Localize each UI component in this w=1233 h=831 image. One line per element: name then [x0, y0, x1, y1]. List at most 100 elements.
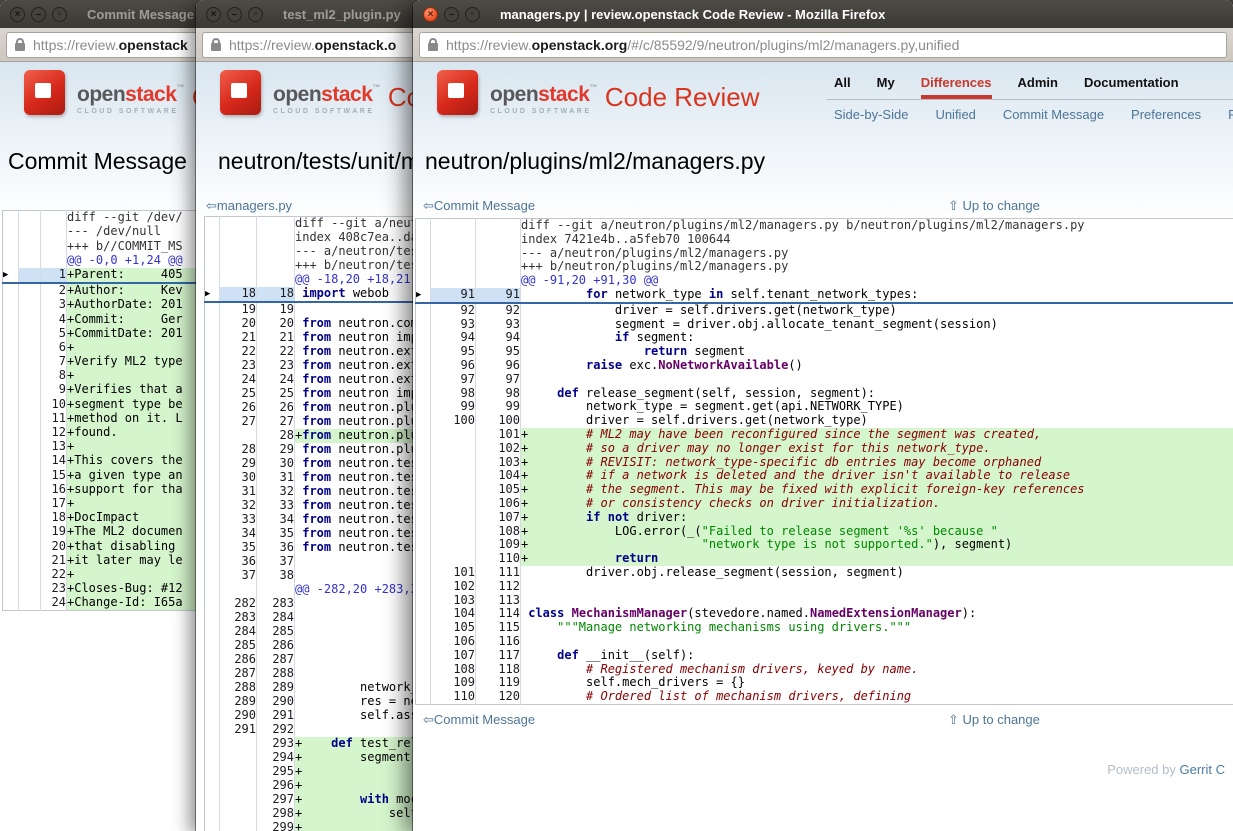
new-line-number[interactable]: 102 — [476, 442, 521, 456]
old-line-number[interactable]: 28 — [220, 443, 257, 457]
new-line-number[interactable]: 26 — [257, 401, 295, 415]
maximize-icon[interactable]: ▫ — [52, 7, 67, 22]
new-line-number[interactable]: 29 — [257, 443, 295, 457]
old-line-number[interactable] — [431, 428, 476, 442]
new-line-number[interactable]: 109 — [476, 538, 521, 552]
old-line-number[interactable] — [220, 751, 257, 765]
old-line-number[interactable]: 97 — [431, 373, 476, 387]
old-line-number[interactable]: 30 — [220, 471, 257, 485]
old-line-number[interactable] — [220, 807, 257, 821]
old-line-number[interactable] — [19, 355, 41, 369]
old-line-number[interactable]: 18 — [220, 287, 257, 302]
old-line-number[interactable] — [19, 568, 41, 582]
old-line-number[interactable] — [19, 554, 41, 568]
tab-differences[interactable]: Differences — [921, 75, 992, 99]
old-line-number[interactable] — [19, 511, 41, 525]
old-line-number[interactable] — [19, 483, 41, 497]
old-line-number[interactable]: 99 — [431, 400, 476, 414]
old-line-number[interactable]: 291 — [220, 723, 257, 737]
new-line-number[interactable] — [476, 233, 521, 247]
old-line-number[interactable] — [19, 497, 41, 511]
tab-my[interactable]: My — [877, 75, 895, 99]
old-line-number[interactable] — [431, 497, 476, 511]
old-line-number[interactable] — [220, 737, 257, 751]
old-line-number[interactable]: 103 — [431, 594, 476, 608]
old-line-number[interactable] — [220, 259, 257, 273]
old-line-number[interactable]: 32 — [220, 499, 257, 513]
new-line-number[interactable]: 288 — [257, 667, 295, 681]
new-line-number[interactable]: 293 — [257, 737, 295, 751]
new-line-number[interactable]: 93 — [476, 318, 521, 332]
old-line-number[interactable]: 31 — [220, 485, 257, 499]
new-line-number[interactable]: 12 — [41, 426, 67, 440]
old-line-number[interactable]: 92 — [431, 303, 476, 318]
old-line-number[interactable] — [19, 327, 41, 341]
new-line-number[interactable] — [41, 225, 67, 239]
new-line-number[interactable]: 18 — [41, 511, 67, 525]
new-line-number[interactable]: 37 — [257, 555, 295, 569]
new-line-number[interactable]: 23 — [257, 359, 295, 373]
back-link[interactable]: Commit Message — [434, 198, 535, 213]
new-line-number[interactable]: 114 — [476, 607, 521, 621]
new-line-number[interactable] — [257, 583, 295, 597]
old-line-number[interactable]: 91 — [431, 288, 476, 303]
new-line-number[interactable]: 105 — [476, 483, 521, 497]
old-line-number[interactable]: 34 — [220, 527, 257, 541]
old-line-number[interactable]: 101 — [431, 566, 476, 580]
new-line-number[interactable]: 22 — [41, 568, 67, 582]
subtab-unified[interactable]: Unified — [935, 107, 975, 122]
new-line-number[interactable]: 32 — [257, 485, 295, 499]
old-line-number[interactable]: 93 — [431, 318, 476, 332]
new-line-number[interactable]: 285 — [257, 625, 295, 639]
window-titlebar[interactable]: × – ▫ managers.py | review.openstack Cod… — [413, 0, 1233, 28]
new-line-number[interactable] — [257, 259, 295, 273]
minimize-icon[interactable]: – — [31, 7, 46, 22]
new-line-number[interactable]: 286 — [257, 639, 295, 653]
old-line-number[interactable]: 105 — [431, 621, 476, 635]
old-line-number[interactable] — [19, 312, 41, 326]
old-line-number[interactable]: 24 — [220, 373, 257, 387]
old-line-number[interactable] — [19, 225, 41, 239]
new-line-number[interactable]: 294 — [257, 751, 295, 765]
old-line-number[interactable]: 100 — [431, 414, 476, 428]
old-line-number[interactable] — [220, 583, 257, 597]
old-line-number[interactable]: 288 — [220, 681, 257, 695]
old-line-number[interactable]: 35 — [220, 541, 257, 555]
old-line-number[interactable]: 102 — [431, 580, 476, 594]
new-line-number[interactable]: 20 — [41, 539, 67, 553]
new-line-number[interactable]: 96 — [476, 359, 521, 373]
old-line-number[interactable] — [431, 538, 476, 552]
old-line-number[interactable] — [19, 596, 41, 611]
new-line-number[interactable]: 106 — [476, 497, 521, 511]
new-line-number[interactable]: 117 — [476, 649, 521, 663]
new-line-number[interactable]: 18 — [257, 287, 295, 302]
tab-admin[interactable]: Admin — [1018, 75, 1058, 99]
old-line-number[interactable] — [19, 582, 41, 596]
new-line-number[interactable] — [476, 219, 521, 233]
new-line-number[interactable]: 99 — [476, 400, 521, 414]
old-line-number[interactable] — [220, 231, 257, 245]
minimize-icon[interactable]: – — [444, 7, 459, 22]
new-line-number[interactable]: 2 — [41, 283, 67, 298]
old-line-number[interactable] — [19, 525, 41, 539]
close-icon[interactable]: × — [10, 7, 25, 22]
new-line-number[interactable]: 97 — [476, 373, 521, 387]
new-line-number[interactable]: 34 — [257, 513, 295, 527]
old-line-number[interactable]: 109 — [431, 676, 476, 690]
new-line-number[interactable]: 4 — [41, 312, 67, 326]
old-line-number[interactable] — [19, 539, 41, 553]
close-icon[interactable]: × — [206, 7, 221, 22]
new-line-number[interactable]: 119 — [476, 676, 521, 690]
subtab-commit-message[interactable]: Commit Message — [1003, 107, 1104, 122]
new-line-number[interactable]: 10 — [41, 397, 67, 411]
old-line-number[interactable]: 284 — [220, 625, 257, 639]
tab-all[interactable]: All — [834, 75, 851, 99]
old-line-number[interactable] — [431, 247, 476, 261]
new-line-number[interactable]: 118 — [476, 663, 521, 677]
new-line-number[interactable] — [41, 239, 67, 253]
new-line-number[interactable]: 296 — [257, 779, 295, 793]
back-link[interactable]: Commit Message — [434, 712, 535, 727]
old-line-number[interactable]: 108 — [431, 663, 476, 677]
new-line-number[interactable]: 116 — [476, 635, 521, 649]
old-line-number[interactable] — [431, 456, 476, 470]
